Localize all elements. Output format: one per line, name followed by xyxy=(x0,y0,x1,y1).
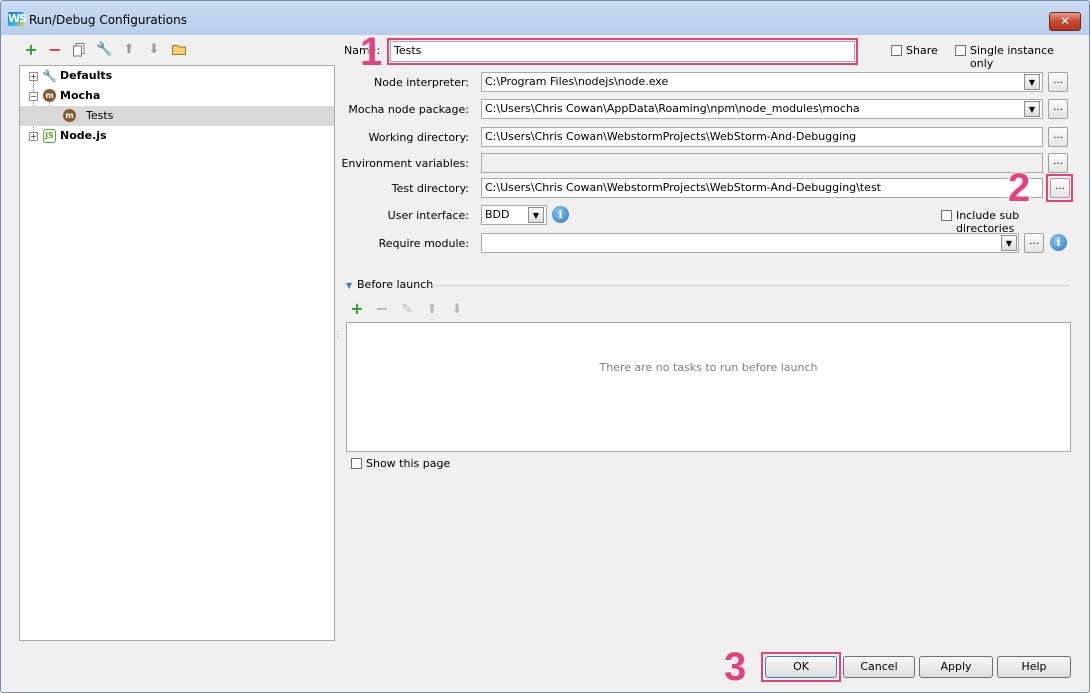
nodejs-icon: JS xyxy=(43,129,56,143)
expand-icon[interactable]: + xyxy=(29,72,38,81)
share-checkbox[interactable] xyxy=(891,45,902,56)
node-interpreter-browse-button[interactable]: ... xyxy=(1048,72,1068,92)
chevron-down-icon[interactable]: ▼ xyxy=(1024,101,1040,117)
include-sub-checkbox[interactable] xyxy=(941,210,952,221)
tree-item-label: Node.js xyxy=(60,129,107,142)
env-vars-label: Environment variables: xyxy=(341,157,469,170)
chevron-down-icon[interactable]: ▼ xyxy=(1001,235,1017,251)
include-sub-label: Include sub directories xyxy=(956,209,1020,235)
window-title: Run/Debug Configurations xyxy=(29,13,187,27)
require-module-browse-button[interactable]: ... xyxy=(1024,233,1044,253)
mocha-package-label: Mocha node package: xyxy=(348,103,469,116)
env-vars-browse-button[interactable]: ... xyxy=(1048,153,1068,173)
dialog-body: + − 🔧 ⬆ ⬇ + 🔧 Defaults − m Mocha m Tests xyxy=(10,30,1080,687)
empty-tasks-message: There are no tasks to run before launch xyxy=(599,361,818,374)
splitter-handle[interactable]: ⋮ xyxy=(334,331,342,345)
defaults-wrench-icon: 🔧 xyxy=(42,69,57,83)
before-launch-task-list[interactable]: There are no tasks to run before launch xyxy=(346,322,1071,452)
working-dir-field[interactable]: C:\Users\Chris Cowan\WebstormProjects\We… xyxy=(481,127,1043,147)
tree-item-label: Tests xyxy=(86,109,114,122)
tree-item-label: Mocha xyxy=(60,89,101,102)
show-page-checkbox[interactable] xyxy=(351,458,362,469)
show-page-label: Show this page xyxy=(366,457,451,470)
folder-icon[interactable] xyxy=(172,43,186,57)
working-dir-browse-button[interactable]: ... xyxy=(1048,127,1068,147)
require-module-field[interactable] xyxy=(481,233,1019,253)
node-interpreter-field[interactable]: C:\Program Files\nodejs\node.exe xyxy=(481,72,1043,92)
require-module-label: Require module: xyxy=(378,237,469,250)
before-launch-title[interactable]: Before launch xyxy=(357,278,433,291)
help-button[interactable]: Help xyxy=(997,656,1071,678)
annotation-3: 3 xyxy=(724,645,747,689)
node-interpreter-label: Node interpreter: xyxy=(374,76,469,89)
test-dir-field[interactable]: C:\Users\Chris Cowan\WebstormProjects\We… xyxy=(481,178,1043,198)
share-label: Share xyxy=(906,44,938,57)
mocha-package-browse-button[interactable]: ... xyxy=(1048,99,1068,119)
copy-icon[interactable] xyxy=(72,43,86,57)
move-task-down-icon[interactable]: ⬇ xyxy=(450,303,464,317)
mocha-package-field[interactable]: C:\Users\Chris Cowan\AppData\Roaming\npm… xyxy=(481,99,1043,119)
wrench-icon[interactable]: 🔧 xyxy=(96,43,112,57)
working-dir-label: Working directory: xyxy=(368,131,469,144)
edit-task-icon[interactable]: ✎ xyxy=(400,303,414,317)
tree-item-label: Defaults xyxy=(60,69,113,82)
cancel-button[interactable]: Cancel xyxy=(843,656,915,678)
chevron-down-icon[interactable]: ▼ xyxy=(1024,74,1040,90)
highlight-name xyxy=(387,38,858,65)
title-bar[interactable]: WS Run/Debug Configurations ✕ xyxy=(1,1,1089,35)
user-interface-label: User interface: xyxy=(387,209,469,222)
test-dir-label: Test directory: xyxy=(391,182,469,195)
info-icon[interactable]: i xyxy=(552,206,569,223)
add-task-icon[interactable]: + xyxy=(350,301,364,317)
move-up-icon[interactable]: ⬆ xyxy=(122,43,136,57)
configuration-tree[interactable]: + 🔧 Defaults − m Mocha m Tests + JS Node… xyxy=(19,65,335,641)
remove-icon[interactable]: − xyxy=(48,42,62,58)
collapse-triangle-icon[interactable]: ▼ xyxy=(346,281,352,290)
single-instance-label: Single instance only xyxy=(970,44,1054,70)
add-icon[interactable]: + xyxy=(24,42,38,58)
section-divider xyxy=(430,285,1070,286)
mocha-icon: m xyxy=(43,89,56,102)
single-instance-checkbox[interactable] xyxy=(955,45,966,56)
webstorm-logo-icon: WS xyxy=(8,12,27,26)
run-debug-dialog: WS Run/Debug Configurations ✕ + − 🔧 ⬆ ⬇ … xyxy=(0,0,1090,693)
annotation-2: 2 xyxy=(1008,166,1031,210)
annotation-1: 1 xyxy=(360,30,383,74)
env-vars-field[interactable] xyxy=(481,153,1043,173)
collapse-icon[interactable]: − xyxy=(29,92,38,101)
mocha-icon: m xyxy=(63,109,76,122)
chevron-down-icon[interactable]: ▼ xyxy=(528,207,544,223)
close-button[interactable]: ✕ xyxy=(1049,12,1081,31)
info-icon[interactable]: i xyxy=(1050,234,1067,251)
apply-button[interactable]: Apply xyxy=(919,656,993,678)
highlight-test-dir-browse xyxy=(1046,174,1073,202)
expand-icon[interactable]: + xyxy=(29,132,38,141)
move-task-up-icon[interactable]: ⬆ xyxy=(425,303,439,317)
move-down-icon[interactable]: ⬇ xyxy=(147,43,161,57)
remove-task-icon[interactable]: − xyxy=(375,301,389,317)
highlight-ok xyxy=(761,652,841,682)
